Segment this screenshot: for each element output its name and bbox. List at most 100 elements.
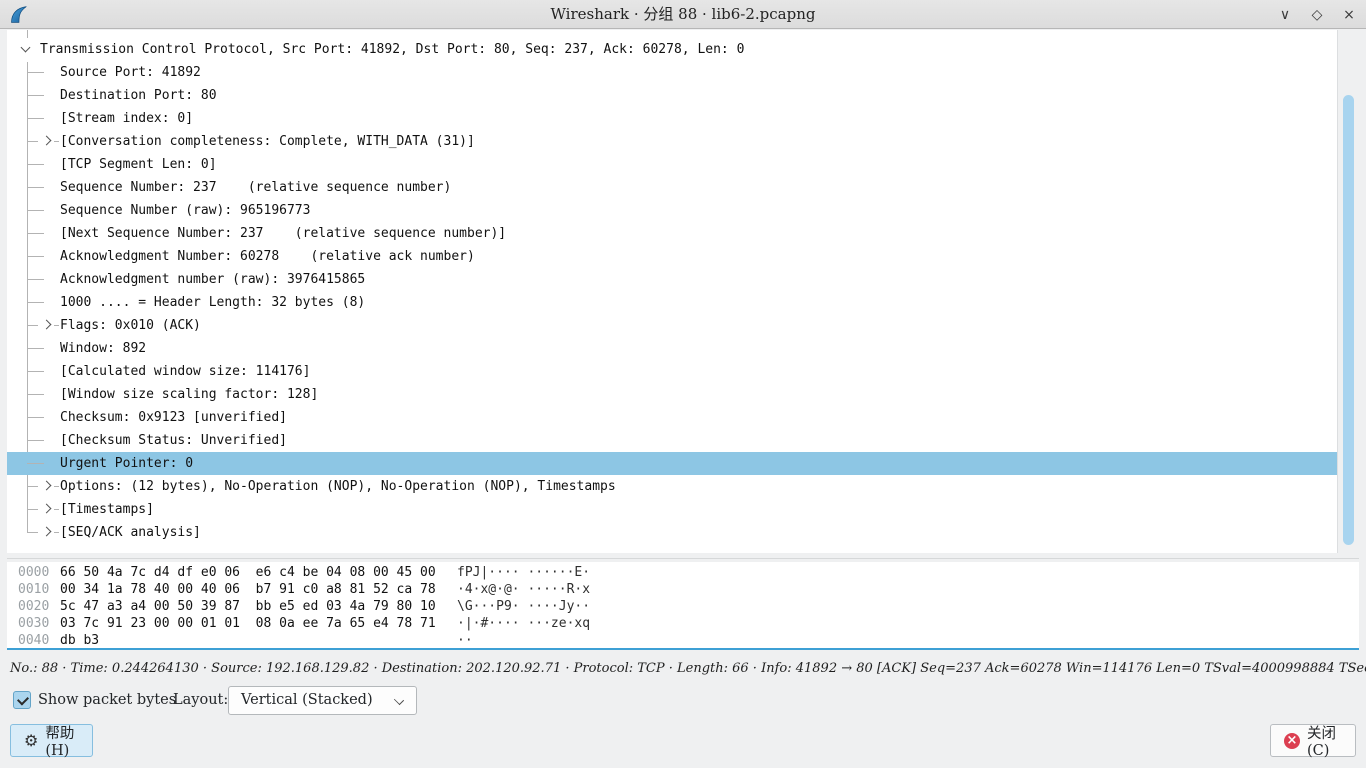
tree-scrollbar-track[interactable] bbox=[1337, 30, 1359, 553]
tree-row[interactable]: [Stream index: 0] bbox=[7, 107, 1337, 130]
tree-row[interactable]: Transmission Control Protocol, Src Port:… bbox=[7, 38, 1337, 61]
tree-branch-line bbox=[27, 279, 44, 280]
tree-branch-line bbox=[54, 486, 59, 487]
tree-row-label: Acknowledgment Number: 60278 (relative a… bbox=[60, 245, 475, 268]
tree-row-label: Checksum: 0x9123 [unverified] bbox=[60, 406, 287, 429]
tree-branch-line bbox=[27, 348, 44, 349]
expander-chevron-icon[interactable] bbox=[42, 136, 52, 146]
tree-branch-line bbox=[27, 440, 44, 441]
minimize-icon[interactable]: ∨ bbox=[1276, 7, 1294, 23]
expander-chevron-icon[interactable] bbox=[42, 504, 52, 514]
hex-row[interactable]: 0010 00 34 1a 78 40 00 40 06 b7 91 c0 a8… bbox=[7, 581, 1359, 598]
tree-row-label: Options: (12 bytes), No-Operation (NOP),… bbox=[60, 475, 616, 498]
help-button[interactable]: ⚙ 帮助(H) bbox=[10, 724, 93, 757]
show-packet-bytes-checkbox[interactable] bbox=[13, 691, 31, 709]
hex-bytes[interactable]: 00 34 1a 78 40 00 40 06 b7 91 c0 a8 81 5… bbox=[60, 581, 436, 598]
tree-row-label: Window: 892 bbox=[60, 337, 146, 360]
tree-row-label: [TCP Segment Len: 0] bbox=[60, 153, 217, 176]
packet-summary-line: No.: 88 · Time: 0.244264130 · Source: 19… bbox=[10, 661, 1350, 679]
tree-branch-line bbox=[27, 486, 38, 487]
tree-row[interactable]: [Conversation completeness: Complete, WI… bbox=[7, 130, 1337, 153]
tree-row-label: [Timestamps] bbox=[60, 498, 154, 521]
maximize-icon[interactable]: ◇ bbox=[1308, 7, 1326, 23]
tree-branch-line bbox=[27, 141, 38, 142]
tree-row[interactable]: Urgent Pointer: 0 bbox=[7, 452, 1337, 475]
tree-row-label: [Calculated window size: 114176] bbox=[60, 360, 310, 383]
tree-row[interactable]: [Checksum Status: Unverified] bbox=[7, 429, 1337, 452]
show-packet-bytes-label: Show packet bytes bbox=[38, 692, 176, 708]
tree-branch-line bbox=[27, 233, 44, 234]
tree-branch-line bbox=[54, 509, 59, 510]
expander-chevron-icon[interactable] bbox=[21, 43, 31, 53]
tree-row[interactable]: [SEQ/ACK analysis] bbox=[7, 521, 1337, 544]
close-icon[interactable]: × bbox=[1340, 7, 1358, 23]
tree-row[interactable]: Checksum: 0x9123 [unverified] bbox=[7, 406, 1337, 429]
tree-branch-line bbox=[27, 187, 44, 188]
hex-row[interactable]: 0000 66 50 4a 7c d4 df e0 06 e6 c4 be 04… bbox=[7, 564, 1359, 581]
tree-row[interactable]: Acknowledgment number (raw): 3976415865 bbox=[7, 268, 1337, 291]
help-gear-icon: ⚙ bbox=[24, 733, 38, 749]
tree-row[interactable]: [Window size scaling factor: 128] bbox=[7, 383, 1337, 406]
hex-ascii[interactable]: ·· bbox=[457, 632, 473, 648]
hex-offset: 0000 bbox=[18, 564, 49, 581]
close-button-label: 关闭(C) bbox=[1307, 722, 1342, 759]
tree-row-label: 1000 .... = Header Length: 32 bytes (8) bbox=[60, 291, 365, 314]
tree-row[interactable]: Sequence Number: 237 (relative sequence … bbox=[7, 176, 1337, 199]
tree-branch-line bbox=[27, 417, 44, 418]
hex-bytes[interactable]: 66 50 4a 7c d4 df e0 06 e6 c4 be 04 08 0… bbox=[60, 564, 436, 581]
tree-row[interactable]: 1000 .... = Header Length: 32 bytes (8) bbox=[7, 291, 1337, 314]
tree-row[interactable]: Flags: 0x010 (ACK) bbox=[7, 314, 1337, 337]
tree-row-label: Flags: 0x010 (ACK) bbox=[60, 314, 201, 337]
tree-branch-line bbox=[27, 118, 44, 119]
layout-select[interactable]: Vertical (Stacked) bbox=[228, 686, 417, 715]
hex-offset: 0020 bbox=[18, 598, 49, 615]
hex-bytes[interactable]: db b3 bbox=[60, 632, 99, 648]
hex-offset: 0010 bbox=[18, 581, 49, 598]
hex-ascii[interactable]: ·4·x@·@· ·····R·x bbox=[457, 581, 590, 598]
tree-branch-line bbox=[54, 141, 59, 142]
tree-row-label: [Checksum Status: Unverified] bbox=[60, 429, 287, 452]
close-button[interactable]: 关闭(C) bbox=[1270, 724, 1356, 757]
hex-ascii[interactable]: ·|·#···· ···ze·xq bbox=[457, 615, 590, 632]
layout-label: Layout: bbox=[173, 692, 228, 708]
hex-offset: 0040 bbox=[18, 632, 49, 648]
packet-detail-tree: Transmission Control Protocol, Src Port:… bbox=[7, 30, 1359, 553]
expander-chevron-icon[interactable] bbox=[42, 527, 52, 537]
tree-row[interactable]: [Timestamps] bbox=[7, 498, 1337, 521]
tree-row[interactable]: Options: (12 bytes), No-Operation (NOP),… bbox=[7, 475, 1337, 498]
tree-row-label: [Next Sequence Number: 237 (relative seq… bbox=[60, 222, 506, 245]
hex-row[interactable]: 0030 03 7c 91 23 00 00 01 01 08 0a ee 7a… bbox=[7, 615, 1359, 632]
dialog-footer: ⚙ 帮助(H) 关闭(C) bbox=[0, 724, 1366, 758]
hex-row[interactable]: 0040 db b3 ·· bbox=[7, 632, 1359, 648]
tree-row-label: Destination Port: 80 bbox=[60, 84, 217, 107]
tree-branch-line bbox=[27, 509, 38, 510]
tree-row[interactable]: [Calculated window size: 114176] bbox=[7, 360, 1337, 383]
tree-branch-line bbox=[27, 210, 44, 211]
expander-chevron-icon[interactable] bbox=[42, 481, 52, 491]
hex-bytes[interactable]: 03 7c 91 23 00 00 01 01 08 0a ee 7a 65 e… bbox=[60, 615, 436, 632]
tree-branch-line bbox=[27, 325, 38, 326]
tree-row[interactable]: Source Port: 41892 bbox=[7, 61, 1337, 84]
layout-select-value: Vertical (Stacked) bbox=[241, 687, 373, 714]
tree-branch-line bbox=[27, 394, 44, 395]
tree-row-label: Sequence Number: 237 (relative sequence … bbox=[60, 176, 451, 199]
tree-row[interactable]: Destination Port: 80 bbox=[7, 84, 1337, 107]
tree-row[interactable]: [Next Sequence Number: 237 (relative seq… bbox=[7, 222, 1337, 245]
hex-offset: 0030 bbox=[18, 615, 49, 632]
hex-ascii[interactable]: \G···P9· ····Jy·· bbox=[457, 598, 590, 615]
tree-row[interactable]: Acknowledgment Number: 60278 (relative a… bbox=[7, 245, 1337, 268]
hex-bytes[interactable]: 5c 47 a3 a4 00 50 39 87 bb e5 ed 03 4a 7… bbox=[60, 598, 436, 615]
hex-row[interactable]: 0020 5c 47 a3 a4 00 50 39 87 bb e5 ed 03… bbox=[7, 598, 1359, 615]
tree-row[interactable]: Sequence Number (raw): 965196773 bbox=[7, 199, 1337, 222]
tree-scrollbar-thumb[interactable] bbox=[1343, 95, 1354, 545]
hex-ascii[interactable]: fPJ|···· ······E· bbox=[457, 564, 590, 581]
tree-row[interactable]: Window: 892 bbox=[7, 337, 1337, 360]
tree-branch-line bbox=[54, 325, 59, 326]
window-title: Wireshark · 分组 88 · lib6-2.pcapng bbox=[0, 0, 1366, 29]
expander-chevron-icon[interactable] bbox=[42, 320, 52, 330]
chevron-down-icon bbox=[394, 695, 404, 705]
show-packet-bytes-option[interactable]: Show packet bytes bbox=[13, 691, 176, 709]
tree-row[interactable]: [TCP Segment Len: 0] bbox=[7, 153, 1337, 176]
tree-branch-line bbox=[27, 532, 38, 533]
tree-branch-line bbox=[27, 72, 44, 73]
